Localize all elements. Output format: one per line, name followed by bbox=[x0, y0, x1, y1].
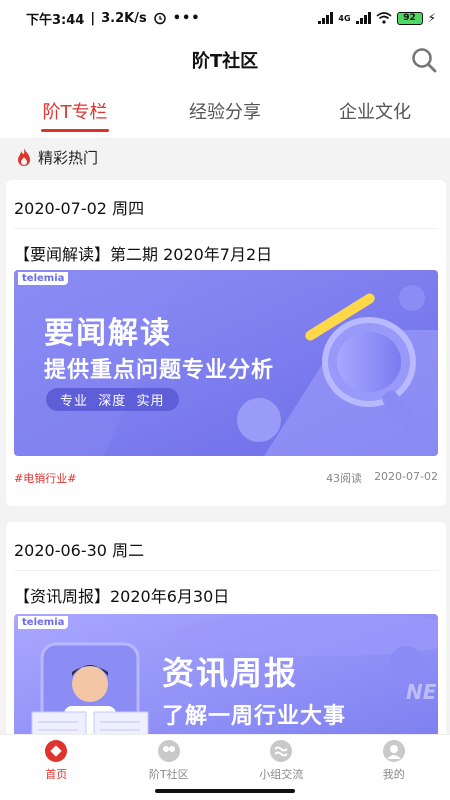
banner-subtitle: 提供重点问题专业分析 bbox=[44, 358, 275, 383]
article-reads: 43阅读 bbox=[326, 472, 363, 485]
article-banner[interactable]: telemia 资讯周报 了解一周行业大事 NEW bbox=[14, 614, 438, 754]
tab-bar: 阶T专栏 经验分享 企业文化 bbox=[0, 84, 450, 138]
article-date: 2020-06-30 周二 bbox=[14, 541, 145, 560]
banner-brand: telemia bbox=[18, 616, 69, 629]
signal-icon bbox=[318, 12, 334, 24]
article-card[interactable]: 2020-07-02 周四 【要闻解读】第二期 2020年7月2日 telemi… bbox=[6, 180, 446, 506]
status-speed: 3.2K/s bbox=[101, 10, 147, 26]
banner-main-title: 资讯周报 bbox=[162, 654, 299, 692]
battery-icon: 92 bbox=[396, 11, 423, 25]
charging-icon: ⚡ bbox=[427, 11, 436, 25]
article-headline: 【资讯周报】2020年6月30日 bbox=[14, 587, 230, 606]
community-icon bbox=[157, 740, 180, 762]
banner-main-title: 要闻解读 bbox=[44, 316, 172, 351]
app-bar: 阶T社区 bbox=[0, 36, 450, 84]
section-title: 精彩热门 bbox=[38, 148, 99, 167]
search-icon[interactable] bbox=[410, 46, 438, 74]
article-card[interactable]: 2020-06-30 周二 【资讯周报】2020年6月30日 telemia 资… bbox=[6, 522, 446, 762]
network-label: 4G bbox=[338, 13, 351, 23]
article-headline: 【要闻解读】第二期 2020年7月2日 bbox=[14, 245, 273, 264]
home-icon bbox=[45, 740, 68, 762]
banner-brand: telemia bbox=[18, 272, 69, 285]
alarm-icon bbox=[153, 12, 166, 25]
more-dots-icon: ••• bbox=[172, 10, 201, 26]
banner-subtitle: 了解一周行业大事 bbox=[162, 704, 347, 729]
nav-group-chat-label: 小组交流 bbox=[259, 768, 304, 781]
tab-culture[interactable]: 企业文化 bbox=[300, 84, 450, 138]
signal-icon-2 bbox=[355, 12, 371, 24]
banner-chips: 专业 深度 实用 bbox=[46, 388, 179, 411]
hot-section-heading: 精彩热门 bbox=[16, 144, 98, 170]
nav-community-label: 阶T社区 bbox=[148, 768, 189, 781]
status-time: 下午3:44 bbox=[26, 12, 85, 28]
article-publish-date: 2020-07-02 bbox=[374, 470, 438, 483]
tab-column[interactable]: 阶T专栏 bbox=[0, 84, 150, 138]
home-indicator[interactable] bbox=[155, 789, 295, 793]
nav-profile-label: 我的 bbox=[382, 768, 405, 781]
page-title: 阶T社区 bbox=[191, 51, 259, 72]
status-bar: 下午3:44 | 3.2K/s ••• 4G 92 ⚡ bbox=[0, 0, 450, 36]
profile-icon bbox=[382, 740, 405, 762]
screen: 下午3:44 | 3.2K/s ••• 4G 92 ⚡ 阶T社区 阶T专栏 经验… bbox=[0, 0, 450, 800]
wifi-icon bbox=[376, 12, 392, 24]
banner-watermark: NEW bbox=[406, 680, 438, 704]
nav-profile[interactable]: 我的 bbox=[338, 735, 450, 800]
article-date: 2020-07-02 周四 bbox=[14, 199, 145, 218]
nav-home[interactable]: 首页 bbox=[0, 735, 113, 800]
group-chat-icon bbox=[270, 740, 293, 762]
article-tag[interactable]: #电销行业# bbox=[14, 470, 76, 486]
nav-home-label: 首页 bbox=[45, 768, 68, 781]
flame-icon bbox=[18, 148, 30, 166]
tab-experience[interactable]: 经验分享 bbox=[150, 84, 300, 138]
article-banner[interactable]: telemia 要闻解读 提供重点问题专业分析 专业 深度 实用 bbox=[14, 270, 438, 456]
article-meta: #电销行业# 43阅读 2020-07-02 bbox=[14, 470, 438, 486]
